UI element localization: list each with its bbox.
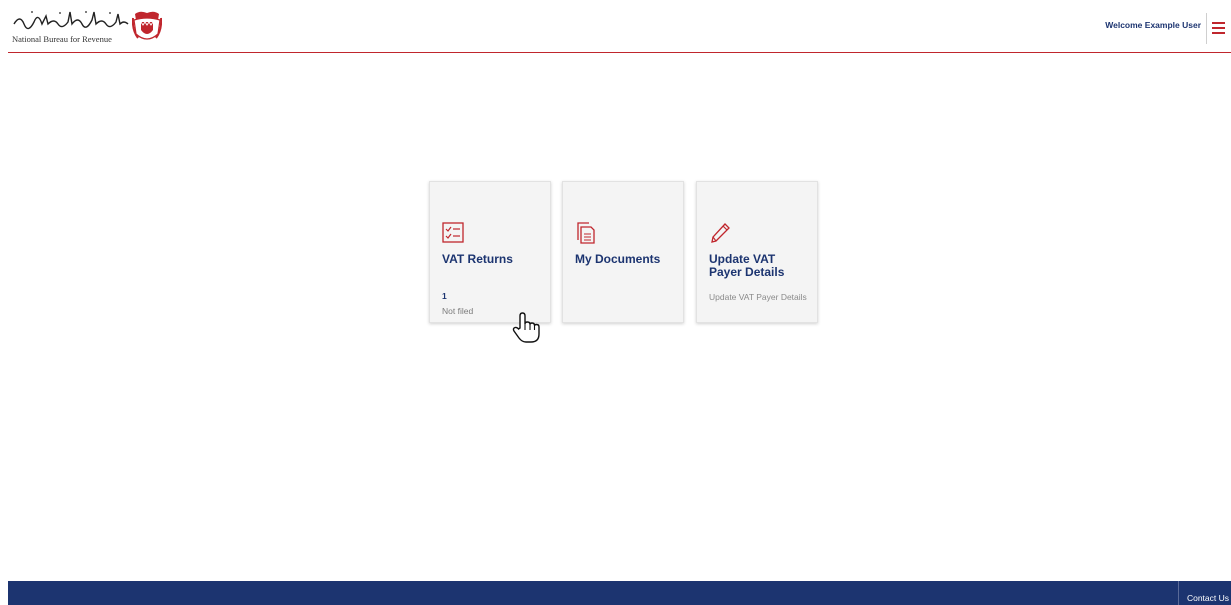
card-update-vat-payer-details[interactable]: Update VAT Payer Details Update VAT Paye… [696,181,818,323]
bahrain-emblem-icon [132,11,162,40]
logo-arabic-calligraphy [13,11,129,30]
documents-icon [577,222,595,244]
top-header: National Bureau for Revenue Welcome Exam… [8,0,1231,53]
page-footer: Contact Us [8,581,1231,605]
site-logo[interactable]: National Bureau for Revenue [12,8,172,48]
card-description: Update VAT Payer Details [709,292,807,302]
pencil-icon [711,223,730,243]
checklist-icon [442,222,464,243]
header-divider [1206,13,1207,44]
card-my-documents[interactable]: My Documents [562,181,684,323]
card-title: VAT Returns [442,252,513,266]
returns-count: 1 [442,291,447,301]
card-vat-returns[interactable]: VAT Returns 1 Not filed [429,181,551,323]
card-title: My Documents [575,252,661,266]
welcome-user-text: Welcome Example User [1105,20,1201,30]
contact-us-link[interactable]: Contact Us [1187,593,1229,603]
hamburger-menu-icon[interactable] [1212,22,1225,34]
logo-english-text: National Bureau for Revenue [12,34,112,44]
card-title: Update VAT Payer Details [709,252,785,279]
footer-divider [1178,581,1179,605]
returns-status: Not filed [442,306,474,316]
hand-cursor-icon [512,312,540,343]
